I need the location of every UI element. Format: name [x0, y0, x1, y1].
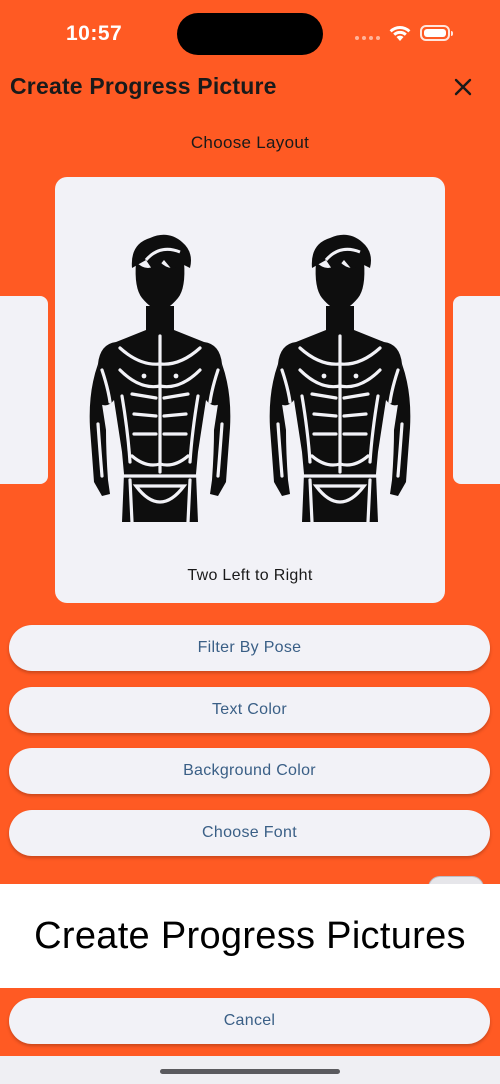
cancel-button[interactable]: Cancel [9, 998, 490, 1044]
choose-layout-heading: Choose Layout [190, 133, 310, 152]
text-color-button[interactable]: Text Color [9, 687, 490, 733]
close-button[interactable] [448, 72, 478, 102]
status-time: 10:57 [66, 22, 123, 45]
cellular-signal-icon [355, 36, 380, 40]
promo-banner: Create Progress Pictures [0, 884, 500, 988]
background-color-button[interactable]: Background Color [9, 748, 490, 794]
figure-left-icon [88, 233, 232, 524]
layout-name-label: Two Left to Right [187, 567, 313, 584]
figure-right-icon [268, 233, 412, 524]
previous-layout-card[interactable] [0, 296, 48, 484]
next-layout-card[interactable] [453, 296, 500, 484]
home-indicator[interactable] [160, 1069, 340, 1074]
filter-by-pose-button[interactable]: Filter By Pose [9, 625, 490, 671]
layout-card-selected[interactable]: Two Left to Right [55, 177, 445, 603]
status-bar: 10:57 [0, 0, 500, 64]
wifi-icon [389, 26, 411, 41]
battery-icon [420, 25, 453, 41]
dynamic-island [177, 13, 323, 55]
choose-font-button[interactable]: Choose Font [9, 810, 490, 856]
page-title: Create Progress Picture [10, 73, 277, 99]
layout-preview [88, 233, 412, 524]
close-icon [454, 78, 472, 96]
banner-text: Create Progress Pictures [34, 914, 466, 957]
